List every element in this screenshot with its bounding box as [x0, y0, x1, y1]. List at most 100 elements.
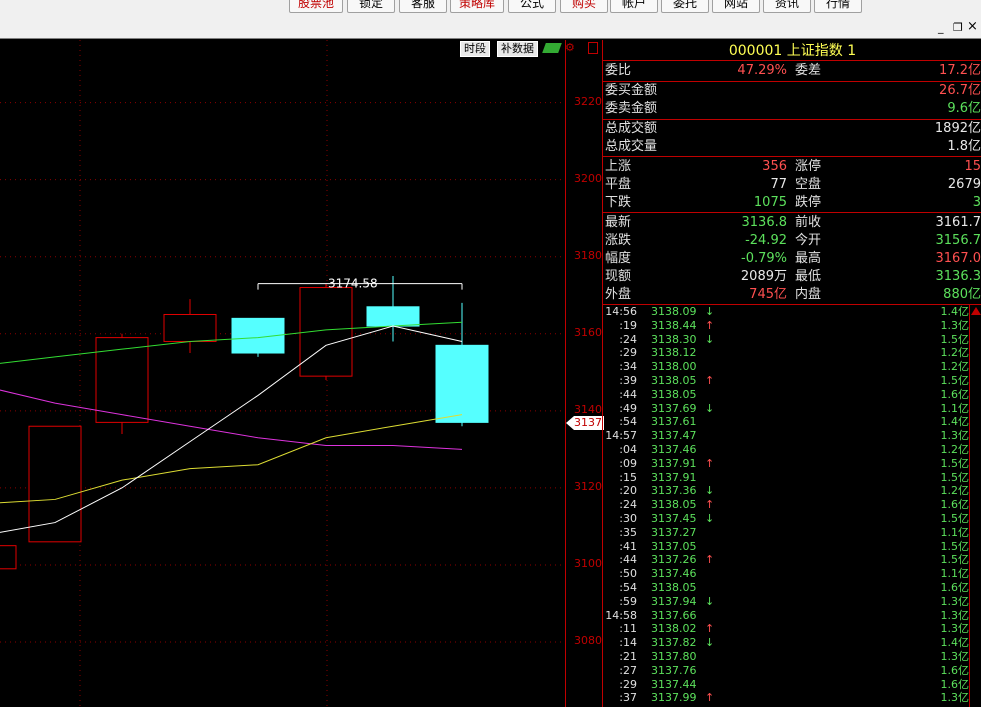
- tick-volume: 1.3亿: [940, 318, 970, 332]
- down-row: 下跌 1075 跌停 3: [603, 194, 981, 212]
- tick-row: :50 3137.46 1.1亿: [603, 567, 969, 581]
- tick-volume: 1.2亿: [940, 443, 970, 456]
- tick-volume: 1.5亿: [940, 374, 970, 387]
- arrow-up-icon: ↑: [705, 691, 715, 705]
- tick-row: :29 3138.12 1.2亿: [603, 346, 969, 360]
- tick-price: 3137.45: [651, 512, 697, 525]
- tick-time: 14:57: [605, 429, 637, 443]
- limit-down-label: 跌停: [795, 195, 822, 210]
- flat-row: 平盘 77 空盘 2679: [603, 176, 981, 194]
- down-label: 下跌: [605, 195, 632, 210]
- tick-row: 14:57 3137.47 1.3亿: [603, 429, 969, 443]
- tick-time: :59: [619, 594, 637, 608]
- tick-row: :19 3138.44 ↑ 1.3亿: [603, 319, 969, 333]
- total-amount-row: 总成交额 1892亿: [603, 120, 981, 138]
- flat-value: 77: [770, 177, 787, 192]
- tick-row: 14:58 3137.66 1.3亿: [603, 609, 969, 623]
- tick-price: 3137.46: [651, 567, 697, 581]
- buy-amount-row: 委买金额 26.7亿: [603, 82, 981, 100]
- weicha-label: 委差: [795, 63, 822, 78]
- tick-price: 3137.44: [651, 677, 697, 691]
- toolbar-button-news[interactable]: 资讯: [763, 0, 811, 13]
- close-icon[interactable]: ×: [967, 20, 978, 33]
- tick-time: :49: [619, 401, 637, 415]
- weibi-row: 委比 47.29% 委差 17.2亿: [603, 62, 981, 80]
- low-label: 最低: [795, 269, 822, 284]
- tick-price: 3137.69: [651, 401, 697, 415]
- change-label: 涨跌: [605, 233, 632, 248]
- tick-price: 3137.94: [651, 594, 697, 608]
- tick-time: :15: [619, 470, 637, 484]
- tick-price: 3137.27: [651, 525, 697, 539]
- tick-volume: 1.4亿: [940, 415, 970, 429]
- toolbar-button-service[interactable]: 客服: [399, 0, 447, 13]
- tick-time: 14:56: [605, 305, 637, 318]
- arrow-up-icon: ↑: [705, 374, 715, 387]
- total-amount-label: 总成交额: [605, 121, 658, 136]
- toolbar-button-stock-pool[interactable]: 股票池: [289, 0, 343, 13]
- tick-price: 3138.05: [651, 581, 697, 594]
- tick-scrollbar[interactable]: [969, 305, 981, 707]
- change-value: -24.92: [745, 233, 787, 248]
- arrow-down-icon: ↓: [705, 484, 715, 498]
- tick-time: :14: [619, 636, 637, 650]
- tick-row: :30 3137.45 ↓ 1.5亿: [603, 512, 969, 526]
- tick-time: :04: [619, 443, 637, 456]
- total-volume-row: 总成交量 1.8亿: [603, 138, 981, 156]
- period-button[interactable]: 时段: [460, 41, 490, 57]
- price-axis: [565, 40, 603, 707]
- short-label: 空盘: [795, 177, 822, 192]
- tick-row: :34 3138.00 1.2亿: [603, 360, 969, 374]
- tick-row: :54 3138.05 1.6亿: [603, 581, 969, 595]
- tick-price: 3137.05: [651, 539, 697, 553]
- toolbar-button-website[interactable]: 网站: [712, 0, 760, 13]
- toolbar-button-buy[interactable]: 购买: [560, 0, 608, 13]
- kline-chart[interactable]: 3174.58: [0, 40, 565, 707]
- tick-row: :35 3137.27 1.1亿: [603, 526, 969, 540]
- last-label: 最新: [605, 215, 632, 230]
- outer-inner-row: 外盘 745亿 内盘 880亿: [603, 286, 981, 304]
- price-axis-label: 3220: [574, 94, 602, 108]
- tick-time: :27: [619, 663, 637, 677]
- minimize-icon[interactable]: _: [938, 22, 944, 34]
- tick-volume: 1.3亿: [940, 594, 970, 608]
- tick-row: :15 3137.91 1.5亿: [603, 471, 969, 485]
- tick-volume: 1.5亿: [940, 470, 970, 484]
- toolbar-button-account[interactable]: 帐户: [610, 0, 658, 13]
- up-row: 上涨 356 涨停 15: [603, 158, 981, 176]
- open-value: 3156.7: [935, 233, 981, 248]
- total-volume-value: 1.8亿: [947, 139, 981, 154]
- tick-time: :41: [619, 539, 637, 553]
- restore-icon[interactable]: ❐: [953, 22, 963, 34]
- tick-list[interactable]: 14:56 3138.09 ↓ 1.4亿:19 3138.44 ↑ 1.3亿:24 3138.…: [603, 305, 969, 707]
- toolbar-button-lock[interactable]: 锁定: [347, 0, 395, 13]
- tick-row: :27 3137.76 1.6亿: [603, 664, 969, 678]
- tick-volume: 1.6亿: [940, 498, 970, 512]
- last-value: 3136.8: [741, 215, 788, 230]
- tick-time: 14:58: [605, 608, 637, 622]
- current-volume-value: 2089万: [740, 269, 787, 284]
- price-axis-label: 3100: [574, 556, 602, 570]
- tick-price: 3137.76: [651, 663, 697, 677]
- weibi-label: 委比: [605, 63, 632, 78]
- candle-body: [95, 337, 149, 423]
- price-axis-label: 3140: [574, 402, 602, 416]
- tick-volume: 1.5亿: [940, 332, 970, 346]
- tick-row: :44 3137.26 ↑ 1.5亿: [603, 553, 969, 567]
- arrow-up-icon: ↑: [705, 498, 715, 512]
- pct-label: 幅度: [605, 251, 632, 266]
- toolbar-button-order[interactable]: 委托: [661, 0, 709, 13]
- tick-time: :11: [619, 622, 637, 636]
- scroll-up-icon[interactable]: [971, 307, 981, 315]
- security-title: 000001 上证指数 1: [603, 42, 981, 61]
- toolbar-button-quotes[interactable]: 行情: [814, 0, 862, 13]
- limit-down-value: 3: [972, 195, 981, 210]
- tick-time: :54: [619, 581, 637, 594]
- weicha-value: 17.2亿: [939, 63, 981, 78]
- supplement-data-button[interactable]: 补数据: [497, 41, 538, 57]
- tick-row: :20 3137.36 ↓ 1.2亿: [603, 484, 969, 498]
- toolbar-button-strategy[interactable]: 策略库: [450, 0, 504, 13]
- tick-row: :54 3137.61 1.4亿: [603, 415, 969, 429]
- price-axis-label: 3080: [574, 634, 602, 647]
- toolbar-button-formula[interactable]: 公式: [508, 0, 556, 13]
